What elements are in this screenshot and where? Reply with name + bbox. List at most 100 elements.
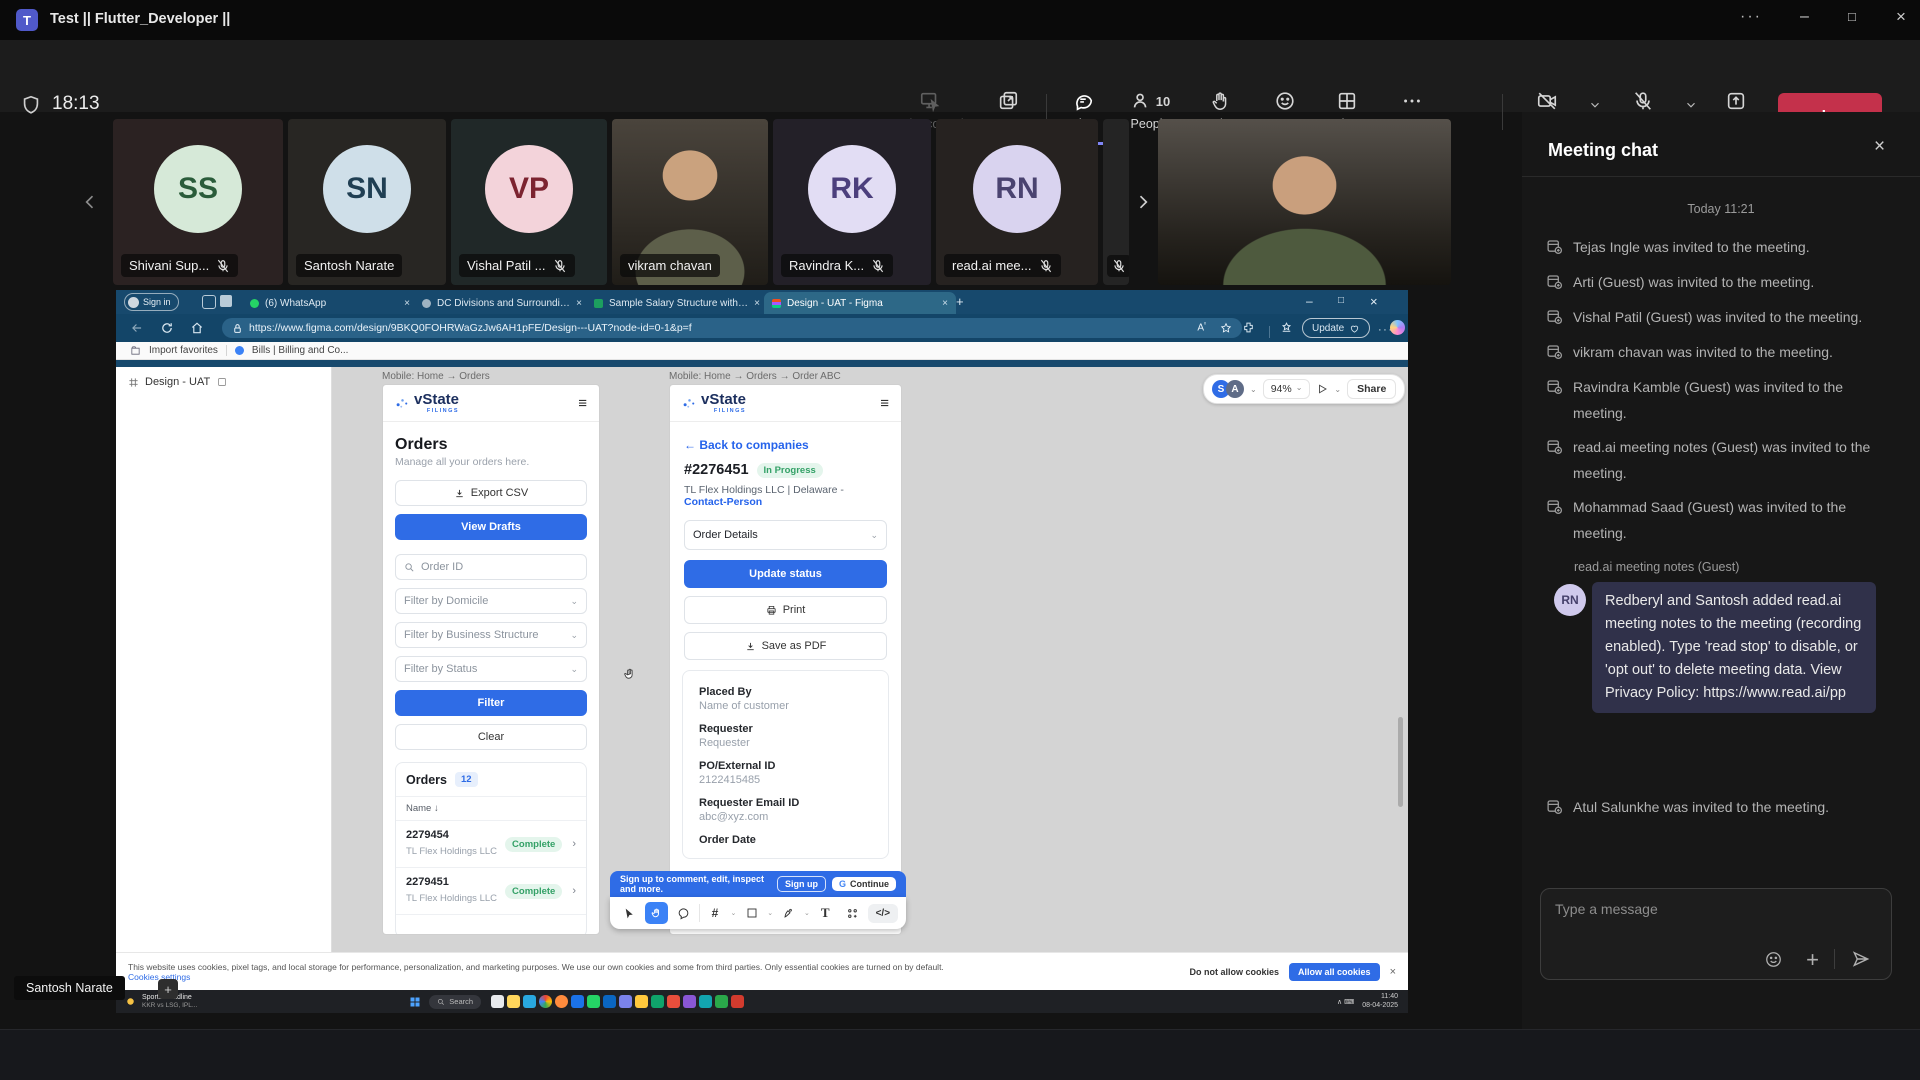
maximize-button[interactable]: □: [1848, 9, 1856, 24]
filter-domicile-dropdown[interactable]: Filter by Domicile⌄: [395, 588, 587, 614]
move-tool-icon[interactable]: [618, 902, 641, 924]
spotlight-video-tile[interactable]: [1158, 119, 1451, 285]
figma-file-name[interactable]: Design - UAT: [145, 376, 210, 388]
sign-up-button[interactable]: Sign up: [777, 876, 826, 892]
order-details-dropdown[interactable]: Order Details⌄: [684, 520, 887, 550]
tiles-scroll-right-icon[interactable]: [1133, 186, 1153, 218]
attach-plus-icon[interactable]: +: [1806, 949, 1819, 971]
tab-close-icon[interactable]: ×: [576, 298, 582, 309]
extensions-icon[interactable]: [1242, 321, 1255, 334]
tab-actions-icon[interactable]: [220, 295, 232, 307]
browser-tab-active[interactable]: Design - UAT - Figma×: [764, 292, 956, 314]
figma-canvas[interactable]: Design - UAT Mobile: Home → Orders vStat…: [116, 367, 1408, 952]
close-button[interactable]: ×: [1896, 7, 1906, 27]
dev-mode-toggle[interactable]: </>: [868, 904, 898, 923]
cookie-close-icon[interactable]: ×: [1390, 966, 1396, 978]
refresh-icon[interactable]: [160, 321, 174, 335]
filter-button[interactable]: Filter: [395, 690, 587, 716]
browser-close[interactable]: ×: [1370, 294, 1378, 309]
titlebar-more-icon[interactable]: ···: [1740, 8, 1762, 26]
chat-message-bubble[interactable]: Redberyl and Santosh added read.ai meeti…: [1592, 582, 1876, 713]
chevron-down-icon[interactable]: ⌄: [730, 909, 736, 917]
clear-button[interactable]: Clear: [395, 724, 587, 750]
update-button[interactable]: Update: [1302, 318, 1370, 338]
tiles-scroll-left-icon[interactable]: [80, 186, 100, 218]
figma-share-button[interactable]: Share: [1347, 379, 1396, 399]
frame-label[interactable]: Mobile: Home → Orders: [382, 371, 490, 382]
deny-cookies-button[interactable]: Do not allow cookies: [1190, 967, 1280, 977]
collaborator-avatar[interactable]: A: [1226, 380, 1244, 398]
favorites-import-link[interactable]: Import favorites: [149, 345, 218, 356]
mobile-mockup-orders[interactable]: vState FILINGS ≡ Orders Manage all your …: [382, 384, 600, 935]
filter-business-structure-dropdown[interactable]: Filter by Business Structure⌄: [395, 622, 587, 648]
mobile-mockup-order-detail[interactable]: vState FILINGS ≡ ← Back to companies #22…: [669, 384, 902, 935]
frame-icon[interactable]: [216, 376, 228, 388]
favorite-bills-link[interactable]: Bills | Billing and Co...: [252, 345, 349, 356]
shared-taskbar-apps[interactable]: [491, 995, 747, 1008]
emoji-icon[interactable]: [1764, 950, 1783, 969]
tab-close-icon[interactable]: ×: [404, 298, 410, 309]
zoom-control[interactable]: 94%⌄: [1263, 379, 1311, 399]
play-icon[interactable]: [1316, 383, 1328, 395]
chevron-down-icon[interactable]: ⌄: [1334, 385, 1341, 394]
chevron-down-icon[interactable]: ⌄: [1250, 385, 1257, 394]
actions-tool-icon[interactable]: [841, 902, 864, 924]
tab-close-icon[interactable]: ×: [942, 298, 948, 309]
print-button[interactable]: Print: [684, 596, 887, 624]
browser-maximize[interactable]: □: [1338, 295, 1344, 306]
participant-tile-video[interactable]: vikram chavan: [612, 119, 768, 285]
pen-tool-icon[interactable]: [777, 902, 800, 924]
browser-minimize[interactable]: –: [1306, 294, 1313, 308]
google-continue-button[interactable]: G Continue: [832, 877, 896, 891]
browser-tab[interactable]: DC Divisions and Surroundings×: [414, 292, 590, 314]
order-row[interactable]: 2279451 TL Flex Holdings LLC Complete ›: [396, 867, 586, 914]
home-icon[interactable]: [190, 321, 204, 335]
minimize-button[interactable]: –: [1800, 8, 1809, 26]
comment-tool-icon[interactable]: [672, 902, 695, 924]
filter-status-dropdown[interactable]: Filter by Status⌄: [395, 656, 587, 682]
update-status-button[interactable]: Update status: [684, 560, 887, 588]
participant-tile[interactable]: VP Vishal Patil ...: [451, 119, 607, 285]
export-csv-button[interactable]: Export CSV: [395, 480, 587, 506]
chat-message-input[interactable]: Type a message +: [1540, 888, 1892, 980]
chevron-right-icon[interactable]: ›: [572, 885, 576, 897]
tab-search-icon[interactable]: [202, 295, 216, 309]
canvas-scrollbar[interactable]: [1398, 717, 1403, 807]
url-bar[interactable]: https://www.figma.com/design/9BKQ0FOHRWa…: [222, 318, 1242, 338]
weather-icon[interactable]: [124, 995, 137, 1008]
collections-icon[interactable]: [1280, 321, 1293, 334]
chevron-down-icon[interactable]: ⌄: [804, 909, 810, 917]
chevron-down-icon[interactable]: ⌄: [767, 909, 773, 917]
contact-person-link[interactable]: Contact-Person: [684, 496, 762, 508]
news-subtitle[interactable]: KKR vs LSG, IPL...: [142, 1002, 197, 1009]
participant-tile[interactable]: SN Santosh Narate: [288, 119, 446, 285]
browser-tab[interactable]: Sample Salary Structure with calc×: [586, 292, 768, 314]
frame-label[interactable]: Mobile: Home → Orders → Order ABC: [669, 371, 841, 382]
hamburger-menu-icon[interactable]: ≡: [880, 395, 889, 412]
favorite-star-icon[interactable]: [1220, 322, 1232, 334]
participant-tile[interactable]: SS Shivani Sup...: [113, 119, 283, 285]
column-header-name[interactable]: Name ↓: [396, 796, 586, 820]
shape-tool-icon[interactable]: [740, 902, 763, 924]
tab-close-icon[interactable]: ×: [754, 298, 760, 309]
participant-tile[interactable]: RN read.ai mee...: [936, 119, 1098, 285]
text-tool-icon[interactable]: T: [814, 902, 837, 924]
copilot-icon[interactable]: [1390, 320, 1405, 335]
back-to-companies-link[interactable]: ← Back to companies: [684, 438, 887, 452]
chevron-right-icon[interactable]: ›: [572, 838, 576, 850]
browser-profile-button[interactable]: Sign in: [124, 293, 179, 311]
allow-cookies-button[interactable]: Allow all cookies: [1289, 963, 1380, 981]
save-pdf-button[interactable]: Save as PDF: [684, 632, 887, 660]
browser-tab[interactable]: (6) WhatsApp×: [242, 292, 418, 314]
hand-tool-icon-active[interactable]: [645, 902, 668, 924]
send-icon[interactable]: [1851, 949, 1871, 969]
new-tab-button[interactable]: +: [956, 294, 964, 309]
participant-tile[interactable]: RK Ravindra K...: [773, 119, 931, 285]
view-drafts-button[interactable]: View Drafts: [395, 514, 587, 540]
chat-close-icon[interactable]: ×: [1874, 136, 1885, 158]
read-aloud-icon[interactable]: Aˣ: [1197, 322, 1206, 333]
figma-menu-icon[interactable]: [128, 377, 139, 388]
frame-tool-icon[interactable]: #: [704, 902, 727, 924]
mini-search-pill[interactable]: Search: [429, 995, 481, 1009]
mini-start-icon[interactable]: [409, 996, 421, 1008]
